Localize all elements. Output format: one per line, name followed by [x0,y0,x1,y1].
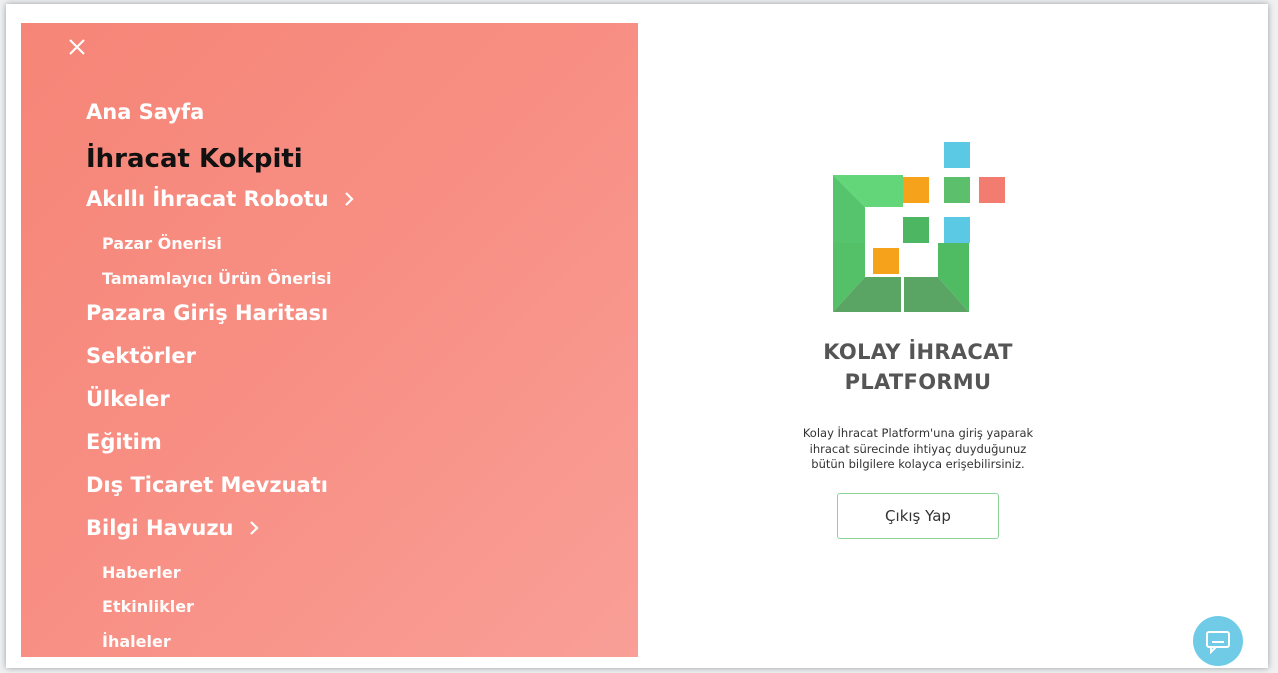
menu-item-dis-ticaret-mevzuati[interactable]: Dış Ticaret Mevzuatı [86,473,328,497]
menu-item-label: Ülkeler [86,387,170,411]
kolay-ihracat-logo [833,142,1005,312]
brand-title: KOLAY İHRACAT PLATFORMU [768,337,1068,397]
side-menu: Ana Sayfa İhracat Kokpiti Akıllı İhracat… [21,23,638,657]
close-icon[interactable] [67,37,87,57]
menu-item-pazara-giris-haritasi[interactable]: Pazara Giriş Haritası [86,301,328,325]
menu-item-ana-sayfa[interactable]: Ana Sayfa [86,100,204,124]
brand-description-line: bütün bilgilere kolayca erişebilirsiniz. [811,457,1025,471]
submenu-item-label: Pazar Önerisi [102,234,222,253]
brand-title-line: PLATFORMU [844,370,992,394]
menu-item-label: Ana Sayfa [86,100,205,124]
chevron-right-icon [249,517,259,541]
submenu-item-etkinlikler[interactable]: Etkinlikler [102,597,194,616]
submenu-item-label: İhaleler [102,632,171,651]
brand-title-line: KOLAY İHRACAT [823,340,1013,364]
brand-pane: KOLAY İHRACAT PLATFORMU Kolay İhracat Pl… [638,4,1268,668]
brand-description-line: ihracat sürecinde ihtiyaç duyduğunuz [809,441,1027,456]
submenu-item-label: Tamamlayıcı Ürün Önerisi [102,269,332,288]
logout-button[interactable]: Çıkış Yap [837,493,999,539]
submenu-item-label: Etkinlikler [102,597,194,616]
submenu-item-tamamlayici-urun-onerisi[interactable]: Tamamlayıcı Ürün Önerisi [102,269,332,288]
menu-item-label: Sektörler [86,344,196,368]
brand-description-line: Kolay İhracat Platform'una giriş yaparak [802,426,1034,440]
menu-item-akilli-ihracat-robotu[interactable]: Akıllı İhracat Robotu [86,187,354,212]
menu-item-label: İhracat Kokpiti [86,144,303,174]
logout-button-label: Çıkış Yap [885,507,951,525]
menu-item-label: Akıllı İhracat Robotu [86,187,329,211]
menu-item-label: Dış Ticaret Mevzuatı [86,473,328,497]
app-window: Ana Sayfa İhracat Kokpiti Akıllı İhracat… [6,4,1268,668]
menu-item-label: Pazara Giriş Haritası [86,301,329,325]
menu-item-label: Eğitim [86,430,162,454]
menu-item-ihracat-kokpiti[interactable]: İhracat Kokpiti [86,144,303,174]
menu-item-egitim[interactable]: Eğitim [86,430,162,454]
submenu-item-label: Haberler [102,563,181,582]
chat-icon [1206,631,1230,655]
menu-item-label: Bilgi Havuzu [86,516,234,540]
submenu-item-pazar-onerisi[interactable]: Pazar Önerisi [102,234,222,253]
submenu-item-haberler[interactable]: Haberler [102,563,181,582]
brand-description: Kolay İhracat Platform'una giriş yaparak… [778,426,1058,473]
submenu-item-ihaleler[interactable]: İhaleler [102,632,171,651]
menu-item-ulkeler[interactable]: Ülkeler [86,387,170,411]
menu-item-sektorler[interactable]: Sektörler [86,344,196,368]
chat-button[interactable] [1193,616,1243,666]
menu-item-bilgi-havuzu[interactable]: Bilgi Havuzu [86,516,259,541]
chevron-right-icon [344,188,354,212]
